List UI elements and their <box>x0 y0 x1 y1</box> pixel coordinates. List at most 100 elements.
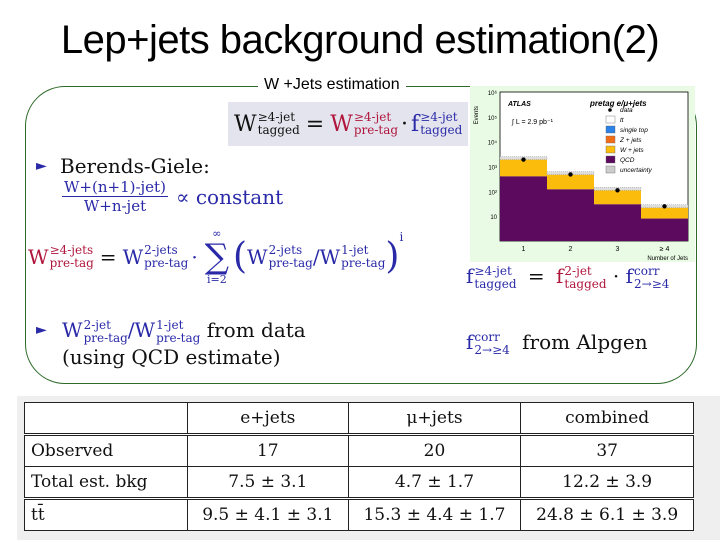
legend-swatch <box>605 145 616 154</box>
w-symbol: W <box>330 111 353 137</box>
bar-w-jets <box>500 159 547 177</box>
ratio-from-data: W 2-jet pre-tag/W 1-jet pre-tag from data (u… <box>62 318 306 369</box>
sub: 2→≥4 <box>634 276 670 291</box>
legend-swatch <box>605 115 616 124</box>
luminosity-label: ∫ L = 2.9 pb⁻¹ <box>511 119 554 126</box>
table-row: tt̄ 9.5 ± 4.1 ± 3.1 15.3 ± 4.4 ± 1.7 24.… <box>24 497 694 531</box>
sum-lower: i=2 <box>206 273 227 286</box>
indices: 2-jets pre-tag <box>269 244 313 270</box>
indices: ≥4-jets pre-tag <box>50 244 94 270</box>
sup: 1-jet <box>156 317 184 332</box>
table-cell: 12.2 ± 3.9 <box>520 466 694 499</box>
data-point <box>521 157 526 162</box>
y-tick-label: 10³ <box>488 166 497 172</box>
from-alpgen-text: from Alpgen <box>522 330 648 354</box>
sub: pre-tag <box>268 256 313 270</box>
indices: 2-jet tagged <box>564 263 607 291</box>
f-tagged-indices: ≥4-jet tagged <box>420 111 462 137</box>
berends-giele-label: Berends-Giele: <box>60 154 210 178</box>
indices: 2-jet pre-tag <box>83 318 128 345</box>
dot: · <box>401 111 409 137</box>
equals: = <box>99 245 117 269</box>
power: i <box>399 230 404 244</box>
proportional-constant: ∝ constant <box>175 184 284 209</box>
sub: tagged <box>564 276 607 291</box>
open-paren: ( <box>233 236 248 277</box>
sub: pre-tag <box>49 256 94 270</box>
table-cell: 7.5 ± 3.1 <box>187 466 349 499</box>
from-data-text: from data <box>206 318 306 342</box>
indices: corr 2→≥4 <box>634 264 670 291</box>
table-cell: 37 <box>520 433 694 467</box>
row-label: Total est. bkg <box>24 466 188 499</box>
x-tick-label: 1 <box>522 246 526 253</box>
sub: tagged <box>257 123 300 137</box>
sigma: ∑ <box>204 237 229 277</box>
bar-w-jets <box>641 207 688 219</box>
sup: corr <box>474 329 500 344</box>
table-cell: 9.5 ± 4.1 ± 3.1 <box>187 497 349 531</box>
w-pretag-indices: ≥4-jet pre-tag <box>354 111 398 137</box>
sub: pre-tag <box>353 123 399 137</box>
sub: 2→≥4 <box>474 342 510 357</box>
results-table: e+jets μ+jets combined Observed 17 20 37… <box>24 402 694 531</box>
header-cell <box>24 402 188 435</box>
legend-label: uncertainty <box>620 167 653 174</box>
f-symbol: f <box>556 264 564 288</box>
x-tick-label: ≥ 4 <box>660 246 670 253</box>
w-jets-frame-label: W +Jets estimation <box>258 76 406 94</box>
indices: corr 2→≥4 <box>474 329 510 357</box>
sub: pre-tag <box>156 330 201 345</box>
f-tagged-equation: f ≥4-jet tagged = f 2-jet tagged · f corr 2→≥4 <box>466 264 669 291</box>
sup: 2-jet <box>564 263 592 278</box>
sub: pre-tag <box>341 256 386 270</box>
indices: ≥4-jet tagged <box>474 263 517 291</box>
dot: · <box>612 264 620 288</box>
header-cell: e+jets <box>187 402 349 435</box>
dot: · <box>191 245 198 269</box>
f-corr-alpgen: f corr 2→≥4 from Alpgen <box>466 330 648 357</box>
sub: pre-tag <box>83 330 128 345</box>
slide-title: Lep+jets background estimation(2) <box>60 18 660 62</box>
bar-w-jets <box>547 174 594 190</box>
w-symbol: W <box>247 245 268 269</box>
table-cell: 17 <box>187 433 349 467</box>
jet-multiplicity-chart: 1 2 3 ≥ 4 10 10² 10³ 10⁴ 10⁵ 10⁶ Events Number of J… <box>470 86 695 262</box>
w-tagged-equation: W ≥4-jet tagged = W ≥4-jet pre-tag · f ≥4-… <box>228 102 468 146</box>
legend-label: QCD <box>620 157 635 164</box>
bar-qcd <box>594 204 641 241</box>
legend-marker <box>608 108 612 112</box>
f-symbol: f <box>466 330 474 354</box>
bullet-arrow-icon: ► <box>36 322 47 338</box>
sub: tagged <box>474 276 517 291</box>
f-symbol: f <box>466 264 474 288</box>
bar-qcd <box>641 218 688 241</box>
legend-swatch <box>605 165 616 174</box>
row-label: tt̄ <box>24 497 188 531</box>
indices: 2-jets pre-tag <box>144 244 188 270</box>
denominator: W+n-jet <box>83 197 147 215</box>
legend-label: W + jets <box>620 147 644 154</box>
sub: tagged <box>420 123 463 137</box>
y-tick-label: 10⁴ <box>488 140 498 147</box>
sup: ≥4-jet <box>474 263 512 278</box>
table-row: Observed 17 20 37 <box>24 433 694 467</box>
legend-label: Z + jets <box>619 137 642 144</box>
numerator: W+(n+1)-jet) <box>62 178 168 197</box>
w-symbol: W <box>28 245 49 269</box>
indices: 1-jet pre-tag <box>156 317 201 345</box>
w-tagged-indices: ≥4-jet tagged <box>258 111 300 137</box>
experiment-label: ATLAS <box>507 101 531 108</box>
x-tick-label: 2 <box>569 246 573 253</box>
legend-label: single top <box>620 127 648 134</box>
jet-ratio-fraction: W+(n+1)-jet) W+n-jet <box>62 178 168 215</box>
indices: 1-jet pre-tag <box>341 244 385 270</box>
sub: pre-tag <box>144 256 189 270</box>
w-pretag-sum-equation: W ≥4-jets pre-tag = W 2-jets pre-tag · ∞ ∑… <box>28 228 403 286</box>
w-symbol: W <box>134 318 156 342</box>
y-tick-label: 10⁶ <box>488 90 498 97</box>
legend-swatch <box>605 135 616 144</box>
table-header-row: e+jets μ+jets combined <box>24 402 694 435</box>
y-tick-label: 10 <box>490 215 497 221</box>
y-tick-label: 10⁵ <box>488 115 498 122</box>
